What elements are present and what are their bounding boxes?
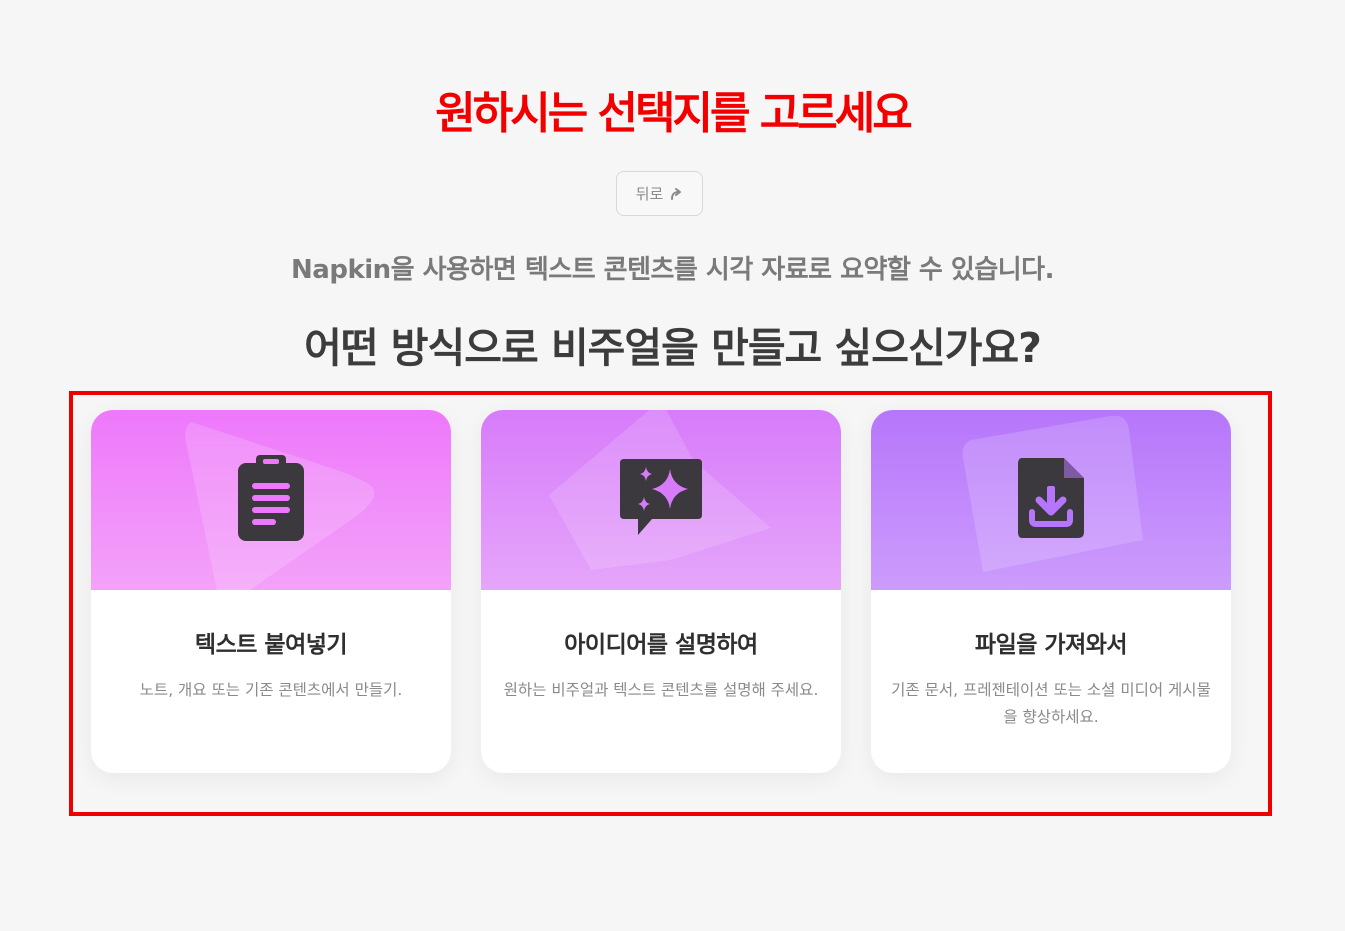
option-card-import-file[interactable]: 파일을 가져와서 기존 문서, 프레젠테이션 또는 소셜 미디어 게시물을 향상…	[871, 410, 1231, 773]
arrow-up-right-icon	[669, 187, 683, 201]
card-title: 파일을 가져와서	[974, 632, 1128, 658]
card-header	[91, 410, 451, 590]
card-title: 아이디어를 설명하여	[564, 632, 758, 658]
card-header	[871, 410, 1231, 590]
back-button-label: 뒤로	[635, 185, 664, 203]
card-header	[481, 410, 841, 590]
option-card-describe-idea[interactable]: 아이디어를 설명하여 원하는 비주얼과 텍스트 콘텐츠를 설명해 주세요.	[481, 410, 841, 773]
card-description: 노트, 개요 또는 기존 콘텐츠에서 만들기.	[139, 681, 403, 699]
subtitle: Napkin을 사용하면 텍스트 콘텐츠를 시각 자료로 요약할 수 있습니다.	[291, 255, 1054, 285]
option-card-paste-text[interactable]: 텍스트 붙여넣기 노트, 개요 또는 기존 콘텐츠에서 만들기.	[91, 410, 451, 773]
card-description: 원하는 비주얼과 텍스트 콘텐츠를 설명해 주세요.	[503, 681, 819, 699]
page: 원하시는 선택지를 고르세요 뒤로 Napkin을 사용하면 텍스트 콘텐츠를 …	[0, 0, 1345, 931]
card-description: 기존 문서, 프레젠테이션 또는 소셜 미디어 게시물을 향상하세요.	[891, 681, 1211, 726]
file-download-icon	[1016, 456, 1086, 544]
card-title: 텍스트 붙여넣기	[194, 632, 348, 658]
back-button[interactable]: 뒤로	[616, 171, 703, 216]
clipboard-icon	[236, 453, 306, 547]
annotation-title: 원하시는 선택지를 고르세요	[435, 88, 912, 139]
question-heading: 어떤 방식으로 비주얼을 만들고 싶으신가요?	[304, 324, 1042, 372]
sparkle-chat-icon	[618, 457, 704, 543]
